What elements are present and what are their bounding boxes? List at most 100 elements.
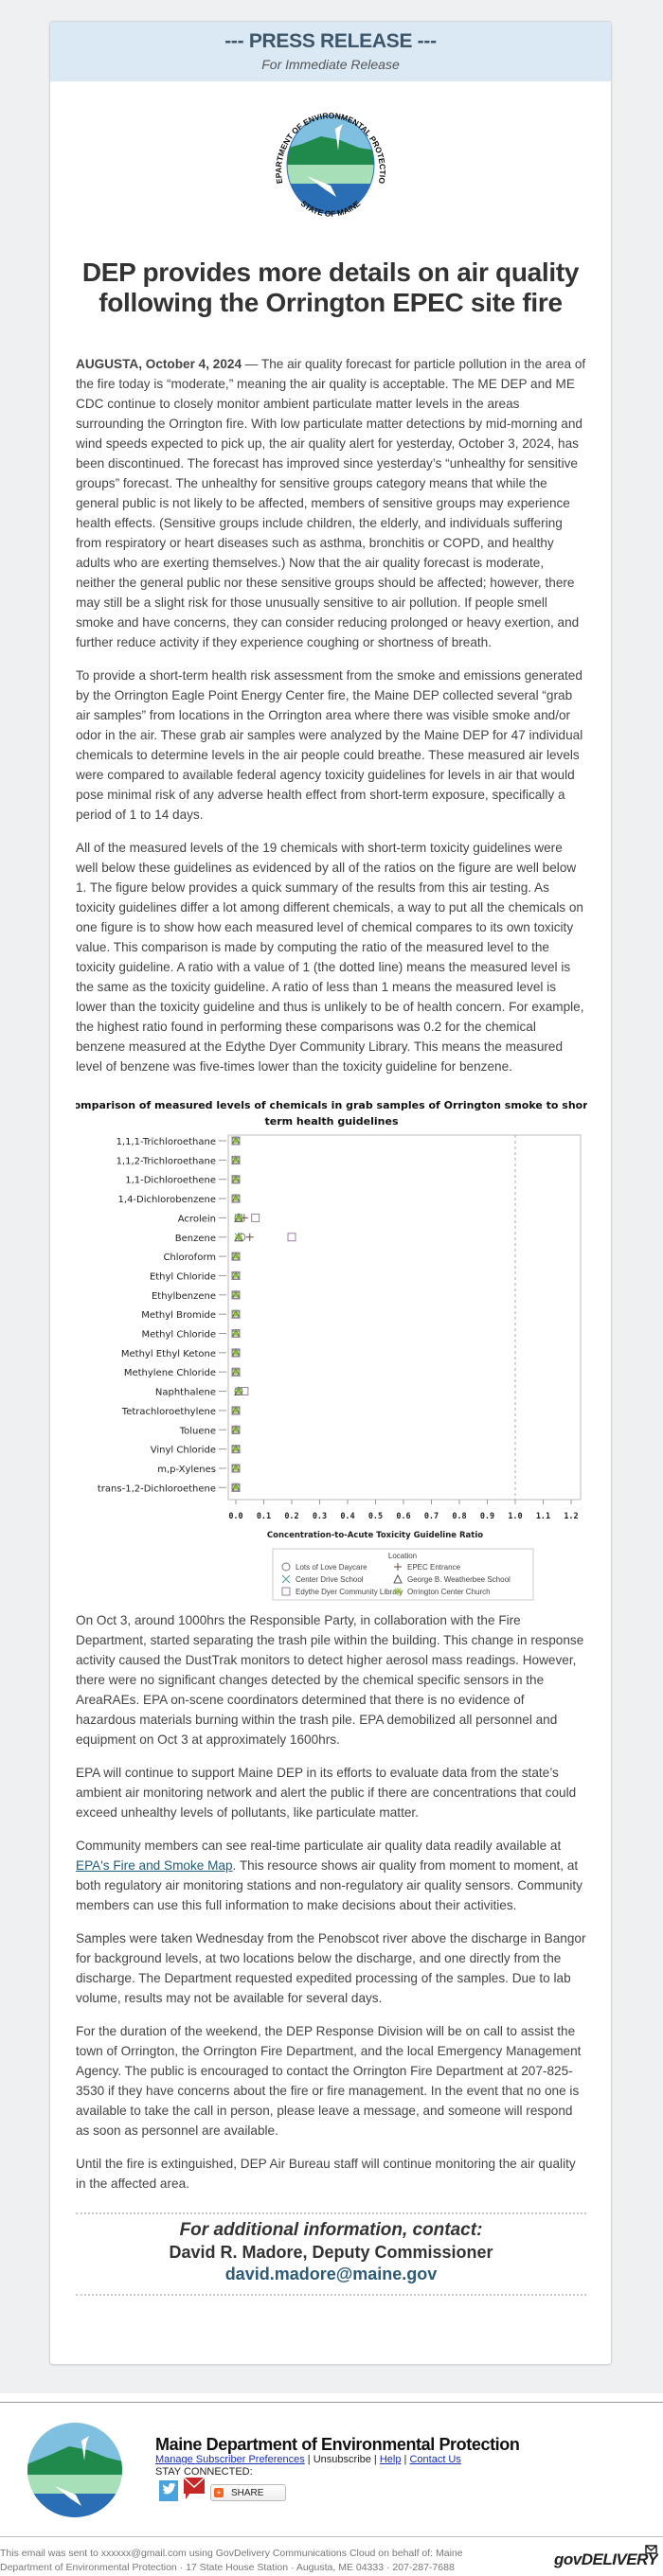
chart-title-line-1: Comparison of measured levels of chemica… — [76, 1099, 587, 1111]
chart-legend: Location Lots of Love Daycare EPEC Entran… — [272, 1548, 534, 1601]
x-tick-label: 0.5 — [368, 1512, 383, 1521]
press-release-header: --- PRESS RELEASE --- For Immediate Rele… — [50, 22, 611, 81]
y-tick-label: Benzene — [175, 1234, 216, 1244]
share-plus-icon: + — [214, 2488, 224, 2497]
x-tick-label: 1.2 — [564, 1512, 578, 1521]
data-point-asterisk — [232, 1445, 240, 1453]
paragraph-6: Community members can see real-time part… — [76, 1836, 586, 1915]
data-point-asterisk — [232, 1271, 240, 1280]
paragraph-1: AUGUSTA, October 4, 2024 — The air quali… — [76, 354, 586, 652]
press-release-label: --- PRESS RELEASE --- — [224, 30, 437, 52]
headline: DEP provides more details on air quality… — [81, 258, 580, 317]
data-point-asterisk — [232, 1426, 240, 1434]
data-point-asterisk — [232, 1252, 240, 1261]
y-tick-label: Methyl Bromide — [141, 1310, 216, 1321]
y-tick-label: Ethylbenzene — [152, 1291, 216, 1302]
unsubscribe-link[interactable]: Unsubscribe — [314, 2454, 371, 2465]
contact-name: David R. Madore, Deputy Commissioner — [169, 2243, 493, 2262]
data-point-asterisk — [232, 1348, 240, 1357]
immediate-release-label: For Immediate Release — [261, 57, 400, 72]
contact-us-link[interactable]: Contact Us — [409, 2454, 460, 2465]
data-point-asterisk — [234, 1214, 242, 1222]
contact-email[interactable]: david.madore@maine.gov — [76, 2264, 586, 2284]
data-point-asterisk — [232, 1329, 240, 1338]
legend-entry: George B. Weatherbee School — [407, 1575, 511, 1584]
y-tick-label: 1,4-Dichlorobenzene — [118, 1195, 216, 1205]
y-tick-label: Toluene — [179, 1426, 216, 1436]
legend-entry: Center Drive School — [296, 1575, 364, 1584]
footer-disclaimer: This email was sent to xxxxxx@gmail.com … — [0, 2548, 463, 2573]
footer-org-name: Maine Department of Environmental Protec… — [155, 2435, 520, 2454]
y-tick-label: Acrolein — [178, 1214, 216, 1224]
data-point-asterisk — [234, 1233, 242, 1241]
maine-dep-seal-logo: DEPARTMENT OF ENVIRONMENTAL PROTECTION S… — [269, 108, 387, 219]
legend-entry: Orrington Center Church — [407, 1588, 491, 1596]
article-body: AUGUSTA, October 4, 2024 — The air quali… — [50, 354, 611, 2296]
legend-marker-asterisk — [394, 1588, 402, 1595]
y-tick-label: Vinyl Chloride — [151, 1446, 216, 1456]
data-point-asterisk — [232, 1156, 240, 1164]
y-tick-label: Methylene Chloride — [124, 1368, 216, 1378]
share-button[interactable]: + SHARE — [210, 2484, 286, 2501]
paragraph-3: All of the measured levels of the 19 che… — [76, 841, 584, 1074]
x-tick-label: 1.0 — [508, 1512, 522, 1521]
svg-text:govDELIVERY: govDELIVERY — [554, 2550, 658, 2568]
x-tick-label: 0.2 — [284, 1512, 298, 1521]
x-tick-label: 0.7 — [424, 1512, 439, 1521]
paragraph-2: To provide a short-term health risk asse… — [76, 668, 583, 822]
data-point-asterisk — [232, 1195, 240, 1203]
y-tick-label: trans-1,2-Dichloroethene — [98, 1483, 216, 1494]
maine-dep-footer-logo — [27, 2423, 122, 2517]
help-link[interactable]: Help — [380, 2454, 402, 2465]
plot-area — [227, 1134, 582, 1501]
data-point-asterisk — [232, 1483, 240, 1492]
data-point-asterisk — [232, 1310, 240, 1319]
link-separator: | — [370, 2454, 380, 2465]
footer-divider-bottom — [0, 2536, 663, 2537]
data-point-asterisk — [232, 1464, 240, 1472]
paragraph-1-text: — The air quality forecast for particle … — [76, 357, 586, 649]
contact-heading: For additional information, contact: — [179, 2220, 483, 2240]
y-tick-label: 1,1,1-Trichloroethane — [116, 1137, 216, 1147]
data-point-asterisk — [232, 1290, 240, 1299]
divider-top — [76, 2212, 586, 2214]
y-tick-label: Chloroform — [163, 1252, 216, 1263]
data-point-asterisk — [232, 1137, 240, 1145]
link-separator: | — [304, 2454, 314, 2465]
divider-bottom — [76, 2294, 586, 2296]
legend-entry: Edythe Dyer Community Library — [296, 1588, 403, 1596]
paragraph-5: EPA will continue to support Maine DEP i… — [76, 1766, 577, 1820]
x-axis-title: Concentration-to-Acute Toxicity Guidelin… — [267, 1531, 483, 1540]
y-tick-label: Naphthalene — [155, 1388, 216, 1398]
y-tick-label: Methyl Ethyl Ketone — [121, 1349, 216, 1359]
email-icon[interactable] — [182, 2475, 206, 2501]
x-tick-label: 0.6 — [396, 1512, 410, 1521]
data-point-asterisk — [234, 1387, 242, 1395]
paragraph-6-text-a: Community members can see real-time part… — [76, 1839, 562, 1853]
x-tick-label: 0.3 — [313, 1512, 327, 1521]
email-footer: Maine Department of Environmental Protec… — [0, 2393, 663, 2576]
y-tick-label: Methyl Chloride — [141, 1330, 216, 1341]
x-tick-label: 0.9 — [480, 1512, 494, 1521]
x-tick-label: 0.8 — [452, 1512, 466, 1521]
press-release-card: --- PRESS RELEASE --- For Immediate Rele… — [49, 21, 612, 2365]
data-point-asterisk — [232, 1368, 240, 1377]
legend-entry: Lots of Love Daycare — [296, 1563, 367, 1572]
y-tick-label: 1,1-Dichloroethene — [125, 1176, 216, 1186]
x-tick-label: 0.4 — [340, 1512, 354, 1521]
manage-preferences-link[interactable]: Manage Subscriber Preferences — [155, 2454, 305, 2465]
y-tick-label: 1,1,2-Trichloroethane — [116, 1156, 216, 1166]
chart-title-line-2: term health guidelines — [264, 1115, 398, 1128]
social-icons: + SHARE — [159, 2475, 286, 2501]
x-tick-label: 1.1 — [536, 1512, 550, 1521]
paragraph-9: Until the fire is extinguished, DEP Air … — [76, 2157, 576, 2191]
footer-divider-top — [0, 2402, 663, 2403]
fire-smoke-map-link[interactable]: EPA's Fire and Smoke Map — [76, 1858, 233, 1873]
paragraph-8: For the duration of the weekend, the DEP… — [76, 2024, 582, 2138]
govdelivery-logo: govDELIVERY — [553, 2542, 660, 2575]
twitter-icon[interactable] — [159, 2480, 178, 2501]
y-tick-label: m,p-Xylenes — [157, 1465, 216, 1475]
y-tick-label: Ethyl Chloride — [150, 1271, 216, 1282]
toxicity-ratio-chart: Comparison of measured levels of chemica… — [76, 1099, 587, 1601]
data-point-asterisk — [232, 1175, 240, 1183]
